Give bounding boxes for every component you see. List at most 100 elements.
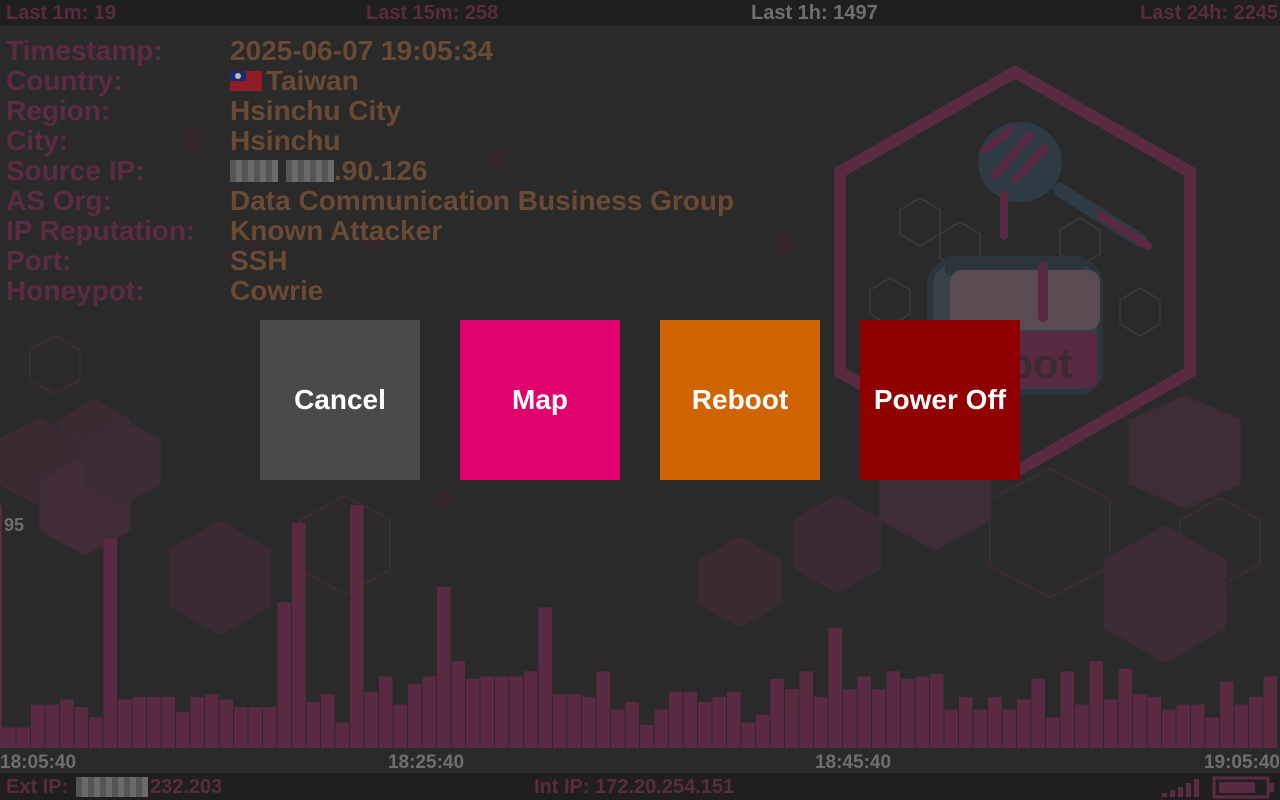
histogram-bar [408,684,422,748]
histogram-bar [1075,704,1089,748]
map-button[interactable]: Map [460,320,620,480]
redacted-ip-block [230,160,278,182]
histogram-bar [799,671,813,748]
histogram-bar [1176,704,1190,748]
histogram-bar [350,505,364,748]
histogram-bar [263,707,277,748]
timestamp-label: Timestamp: [6,35,163,66]
y-max-label: 95 [4,515,24,535]
histogram-bar [1133,694,1147,748]
histogram-bar [466,678,480,748]
detail-row-city: City: Hsinchu [6,126,734,156]
stats-bar: Last 1m: 19 Last 15m: 258 Last 1h: 1497 … [0,0,1280,26]
histogram-bar [872,689,886,748]
region-label: Region: [6,95,111,126]
histogram-bar [161,696,175,748]
ext-ip-value: 232.203 [150,776,223,798]
histogram-bar [596,671,610,748]
cancel-button[interactable]: Cancel [260,320,420,480]
histogram-bar [495,676,509,748]
histogram-bar [1104,699,1118,748]
int-ip-value: Int IP: 172.20.254.151 [534,776,735,798]
histogram-bar [756,714,770,748]
histogram-bar [814,696,828,748]
histogram-bar [930,673,944,748]
histogram-bar [611,709,625,748]
histogram-bar [1234,704,1248,748]
histogram-bar [509,676,523,748]
detail-row-reputation: IP Reputation: Known Attacker [6,216,734,246]
histogram-bar [524,671,538,748]
reputation-value: Known Attacker [230,215,443,246]
ext-ip-label: Ext IP: [6,776,69,798]
histogram-bar [553,694,567,748]
histogram-bar [480,676,494,748]
histogram-bar [379,676,393,748]
status-icons [1162,776,1274,799]
histogram-bar [132,696,146,748]
histogram-bar [1191,704,1205,748]
histogram-bar [31,704,45,748]
histogram-bar [277,602,291,748]
histogram-bar [89,717,103,748]
histogram-bar [843,689,857,748]
histogram-bar [1147,696,1161,748]
power-off-button[interactable]: Power Off [860,320,1020,480]
histogram-bar [118,699,132,748]
histogram-bar [988,696,1002,748]
histogram-bar [321,694,335,748]
histogram-bar [625,701,639,748]
histogram-bar [219,699,233,748]
histogram-bar [770,678,784,748]
histogram-bar [857,676,871,748]
honeypot-value: Cowrie [230,275,324,306]
region-value: Hsinchu City [230,95,402,126]
battery-icon [1212,776,1274,799]
histogram-bar [1162,709,1176,748]
histogram-bar [538,607,552,748]
status-bar: Ext IP: 232.203 Int IP: 172.20.254.151 [0,773,1280,800]
country-value: Taiwan [266,65,359,96]
histogram-bar [190,696,204,748]
histogram-bar [16,727,30,748]
histogram-bar [335,722,349,748]
histogram-bar [640,724,654,748]
histogram-bar [1220,681,1234,748]
stat-last-1h: Last 1h: 1497 [751,2,878,24]
histogram-bar [567,694,581,748]
histogram-bar [741,722,755,748]
histogram-bar [712,696,726,748]
histogram-bar [147,696,161,748]
histogram-bar [973,709,987,748]
histogram-bar [422,676,436,748]
port-label: Port: [6,245,72,276]
city-value: Hsinchu [230,125,341,156]
histogram-bar [785,689,799,748]
histogram-bar [944,709,958,748]
detail-row-region: Region: Hsinchu City [6,96,734,126]
histogram-bar [1031,678,1045,748]
x-tick-label: 18:05:40 [0,752,76,773]
histogram-bar [582,696,596,748]
timestamp-value: 2025-06-07 19:05:34 [230,35,494,66]
taiwan-flag-icon [230,71,262,91]
histogram-bar [393,704,407,748]
signal-bars-icon [1162,779,1199,797]
histogram-bar [1118,668,1132,748]
reboot-button[interactable]: Reboot [660,320,820,480]
histogram-bar [1249,696,1263,748]
redacted-ext-ip [76,777,148,797]
histogram-bar [959,696,973,748]
histogram-bar [103,538,117,748]
histogram-bar [1060,671,1074,748]
histogram-bar [727,691,741,748]
histogram-bar [1263,676,1277,748]
port-value: SSH [230,245,288,276]
histogram-bar [176,712,190,748]
histogram-bar [248,707,262,748]
histogram-bar [74,707,88,748]
stat-last-1m: Last 1m: 19 [6,2,117,24]
x-tick-label: 19:05:40 [1204,752,1280,773]
histogram-bar [451,661,465,748]
x-tick-label: 18:45:40 [815,752,891,773]
